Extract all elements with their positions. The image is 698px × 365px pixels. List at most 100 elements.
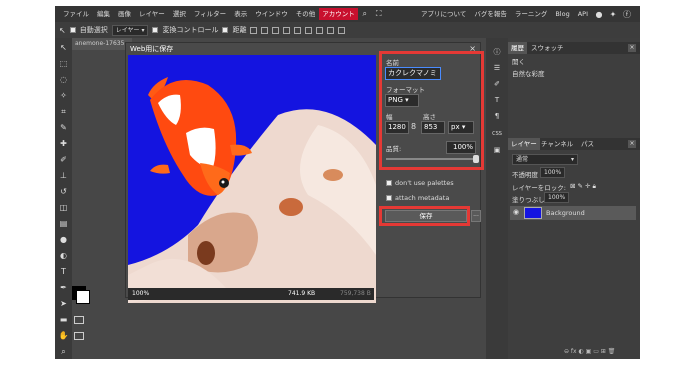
lasso-tool-icon[interactable]: ◌ (58, 74, 69, 85)
healing-brush-icon[interactable]: ✚ (58, 138, 69, 149)
collapse-icon[interactable]: × (628, 44, 636, 52)
history-brush-icon[interactable]: ↺ (58, 186, 69, 197)
tab-history[interactable]: 履歴 (508, 42, 527, 54)
paragraph-icon[interactable]: ¶ (491, 110, 503, 122)
transform-label: 変換コントロール (162, 26, 219, 34)
menu-window[interactable]: ウインドウ (251, 6, 292, 22)
fullscreen-icon[interactable]: ⛶ (375, 9, 383, 18)
background-color-swatch[interactable] (76, 290, 90, 304)
menu-api[interactable]: API (574, 6, 592, 22)
opacity-input[interactable]: 100% (540, 167, 566, 178)
blend-mode-select[interactable]: 通常 ▾ (512, 154, 578, 165)
image-icon[interactable]: ▣ (491, 144, 503, 156)
transform-checkbox[interactable] (152, 27, 159, 33)
no-palettes-label: don't use palettes (395, 179, 454, 187)
screen-mode-icon[interactable] (74, 332, 84, 340)
search-icon[interactable]: ⌕ (361, 9, 369, 18)
original-file-size: 759,738 B (340, 290, 371, 297)
clownfish-photo (128, 55, 376, 303)
side-icon-column: ⓘ ☰ ✐ T ¶ CSS ▣ (486, 38, 508, 359)
align-top-icon[interactable] (294, 26, 302, 34)
save-for-web-dialog: Web用に保存 × 100% 741.9 KB 759,738 B 名前 カクレ… (125, 42, 484, 303)
visibility-icon[interactable]: ◉ (513, 208, 519, 216)
stamp-tool-icon[interactable]: ⊥ (58, 170, 69, 181)
right-panels: 履歴 スウォッチ × 開く 自然な彩度 レイヤー チャンネル パス × 通常 ▾… (508, 38, 640, 359)
grid-icon[interactable] (338, 26, 346, 34)
lock-label: レイヤーをロック: (512, 184, 566, 192)
properties-icon[interactable]: ☰ (491, 62, 503, 74)
distance-checkbox[interactable] (222, 27, 229, 33)
dodge-tool-icon[interactable]: ◐ (58, 250, 69, 261)
tab-channels[interactable]: チャンネル (538, 138, 576, 150)
character-icon[interactable]: T (491, 94, 503, 106)
align-middle-icon[interactable] (305, 26, 313, 34)
brush-tool-icon[interactable]: ✐ (58, 154, 69, 165)
eyedropper-icon[interactable]: ✎ (58, 122, 69, 133)
menu-learning[interactable]: ラーニング (511, 6, 552, 22)
layer-select-dropdown[interactable]: レイヤー ▾ (111, 24, 149, 36)
twitter-icon[interactable]: ✦ (609, 10, 617, 19)
gradient-tool-icon[interactable]: ▤ (58, 218, 69, 229)
quick-mask-icon[interactable] (74, 316, 84, 324)
options-bar: ↖ 自動選択 レイヤー ▾ 変換コントロール 距離 (55, 22, 640, 38)
preview-zoom[interactable]: 100% (132, 288, 149, 300)
menu-file[interactable]: ファイル (59, 6, 93, 22)
info-icon[interactable]: ⓘ (491, 46, 503, 58)
document-tab[interactable]: anemone-17635 (72, 38, 132, 50)
output-file-size: 741.9 KB (288, 290, 316, 297)
distribute-icon[interactable] (327, 26, 335, 34)
no-palettes-checkbox[interactable] (386, 180, 392, 186)
shape-tool-icon[interactable]: ▬ (58, 314, 69, 325)
menu-view[interactable]: 表示 (230, 6, 251, 22)
history-item[interactable]: 自然な彩度 (508, 68, 640, 80)
menu-account[interactable]: アカウント (319, 8, 358, 20)
fill-input[interactable]: 100% (544, 192, 570, 203)
tab-paths[interactable]: パス (578, 138, 597, 150)
path-select-icon[interactable]: ➤ (58, 298, 69, 309)
lock-icons[interactable]: ⊠ ✎ ✛ 🔒︎ (570, 182, 596, 191)
marquee-tool-icon[interactable]: ⬚ (58, 58, 69, 69)
menu-layer[interactable]: レイヤー (135, 6, 169, 22)
layer-name: Background (546, 209, 585, 217)
tab-swatches[interactable]: スウォッチ (528, 42, 567, 54)
zoom-tool-icon[interactable]: ⌕ (58, 346, 69, 357)
align-center-icon[interactable] (272, 26, 280, 34)
brush-settings-icon[interactable]: ✐ (491, 78, 503, 90)
hand-tool-icon[interactable]: ✋ (58, 330, 69, 341)
preview-status-bar: 100% 741.9 KB 759,738 B (128, 288, 374, 300)
menu-bar: ファイル 編集 画像 レイヤー 選択 フィルター 表示 ウインドウ その他 アカ… (55, 6, 640, 22)
align-right-icon[interactable] (283, 26, 291, 34)
layers-tabs: レイヤー チャンネル パス × (508, 138, 640, 150)
eraser-tool-icon[interactable]: ◫ (58, 202, 69, 213)
fill-label: 塗りつぶし (512, 196, 545, 204)
facebook-icon[interactable]: ⓕ (623, 10, 631, 19)
menu-image[interactable]: 画像 (114, 6, 135, 22)
collapse-icon[interactable]: × (628, 140, 636, 148)
menu-select[interactable]: 選択 (169, 6, 190, 22)
more-options-button[interactable]: ... (471, 210, 481, 222)
move-tool-icon[interactable]: ↖ (58, 42, 69, 53)
tab-layers[interactable]: レイヤー (508, 138, 540, 150)
attach-metadata-checkbox[interactable] (386, 195, 392, 201)
css-icon[interactable]: CSS (491, 128, 503, 140)
menu-filter[interactable]: フィルター (190, 6, 230, 22)
crop-tool-icon[interactable]: ⌗ (58, 106, 69, 117)
reddit-icon[interactable]: ● (595, 10, 603, 19)
menu-report-bug[interactable]: バグを報告 (470, 6, 511, 22)
blur-tool-icon[interactable]: ● (58, 234, 69, 245)
layer-actions-icons[interactable]: ⊖ fx ◐ ▣ ▭ ⊞ 🗑︎ (564, 348, 615, 355)
auto-select-checkbox[interactable] (69, 27, 76, 33)
download-icon[interactable] (250, 26, 258, 34)
menu-edit[interactable]: 編集 (93, 6, 114, 22)
type-tool-icon[interactable]: T (58, 266, 69, 277)
align-left-icon[interactable] (261, 26, 269, 34)
image-preview[interactable] (128, 55, 376, 303)
layer-row[interactable]: ◉ Background (510, 206, 636, 220)
menu-blog[interactable]: Blog (551, 6, 573, 22)
history-item[interactable]: 開く (508, 56, 640, 68)
magic-wand-icon[interactable]: ✧ (58, 90, 69, 101)
pen-tool-icon[interactable]: ✒ (58, 282, 69, 293)
menu-about[interactable]: アプリについて (417, 6, 470, 22)
align-bottom-icon[interactable] (316, 26, 324, 34)
menu-more[interactable]: その他 (292, 6, 320, 22)
